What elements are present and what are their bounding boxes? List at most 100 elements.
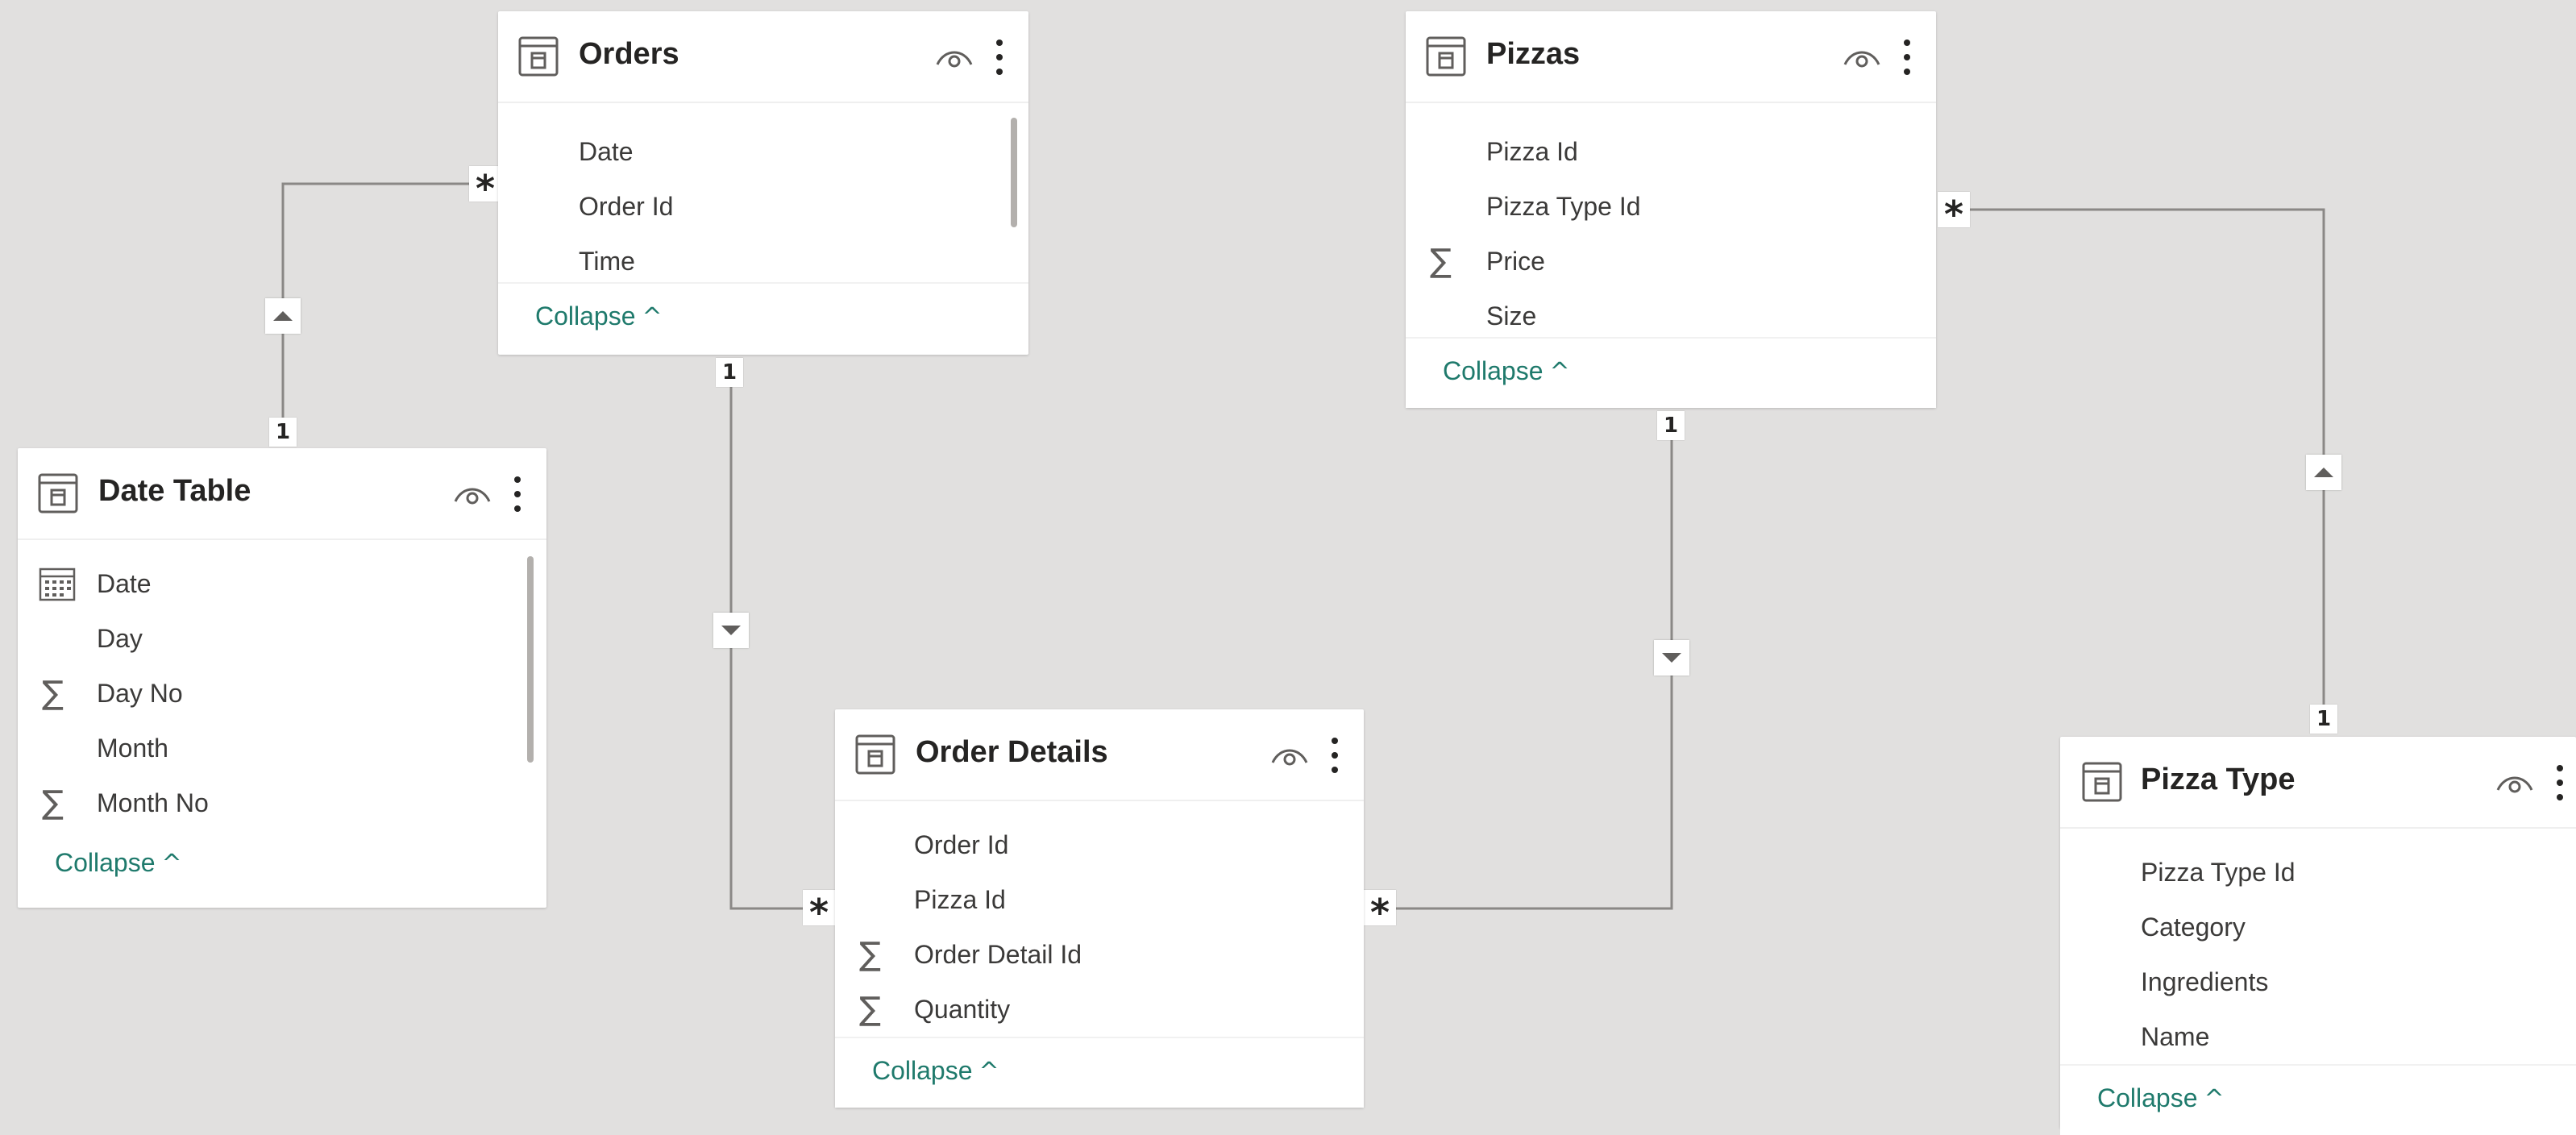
field-row[interactable]: Pizza Id: [1406, 129, 1922, 177]
field-label: Quantity: [914, 995, 1011, 1024]
model-canvas[interactable]: 1 * 1 * 1 * 1 * Orders Date Order Id Tim…: [0, 0, 2576, 1135]
collapse-row: Collapse ^: [2060, 1064, 2576, 1135]
field-row[interactable]: Category: [2060, 904, 2544, 953]
table-card-pizzas[interactable]: Pizzas Pizza Id Pizza Type Id ∑ Price Si…: [1406, 11, 1936, 408]
more-options-icon[interactable]: [993, 37, 1006, 77]
field-row[interactable]: ∑ Order Detail Id: [835, 932, 1351, 980]
scrollbar[interactable]: [527, 556, 534, 763]
field-row[interactable]: Ingredients: [2060, 959, 2544, 1008]
table-title: Pizzas: [1486, 37, 1581, 71]
sigma-icon: ∑: [42, 784, 64, 821]
field-row[interactable]: Date: [18, 561, 517, 609]
field-row[interactable]: Name: [2060, 1014, 2544, 1062]
collapse-button[interactable]: Collapse ^: [55, 848, 182, 878]
field-row[interactable]: Order Id: [498, 184, 982, 232]
filter-direction-down-icon[interactable]: [1654, 640, 1689, 676]
cardinality-many-label: *: [469, 166, 501, 210]
table-card-pizza-type[interactable]: Pizza Type Pizza Type Id Category Ingred…: [2060, 737, 2576, 1135]
calendar-icon: [39, 568, 76, 601]
field-row[interactable]: ∑ Quantity: [835, 987, 1351, 1035]
cardinality-many-label: *: [1938, 192, 1970, 236]
field-row[interactable]: Month: [18, 725, 517, 774]
field-label: Pizza Type Id: [1486, 192, 1641, 221]
table-title: Pizza Type: [2141, 763, 2296, 796]
cardinality-many-label: *: [1364, 890, 1396, 934]
collapse-row: Collapse ^: [18, 830, 546, 900]
visibility-eye-icon[interactable]: [935, 44, 974, 71]
sigma-icon: ∑: [859, 936, 881, 973]
cardinality-one-label: 1: [269, 418, 297, 447]
chevron-up-icon: ^: [2204, 1085, 2225, 1113]
more-options-icon[interactable]: [1328, 735, 1341, 775]
relationship-line-pizzas-orderdetails: [1382, 434, 1673, 910]
field-label: Time: [579, 247, 635, 276]
collapse-row: Collapse ^: [835, 1037, 1364, 1108]
cardinality-one-label: 1: [716, 358, 743, 387]
field-row[interactable]: Pizza Type Id: [2060, 850, 2544, 898]
field-row[interactable]: ∑ Month No: [18, 780, 517, 829]
field-label: Order Id: [579, 192, 674, 221]
chevron-up-icon: ^: [161, 850, 182, 878]
field-label: Pizza Id: [914, 885, 1006, 914]
field-label: Month No: [97, 788, 209, 817]
table-icon: [855, 734, 895, 775]
filter-direction-down-icon[interactable]: [713, 613, 749, 648]
table-card-header[interactable]: Orders: [498, 11, 1028, 103]
chevron-up-icon: ^: [978, 1058, 999, 1086]
field-row[interactable]: ∑ Price: [1406, 239, 1922, 287]
field-row[interactable]: Order Id: [835, 822, 1351, 871]
field-label: Size: [1486, 301, 1537, 331]
collapse-row: Collapse ^: [498, 282, 1028, 353]
field-row[interactable]: Size: [1406, 293, 1922, 342]
chevron-up-icon: ^: [1549, 358, 1570, 386]
visibility-eye-icon[interactable]: [453, 480, 492, 508]
collapse-button[interactable]: Collapse ^: [535, 301, 663, 331]
table-icon: [518, 36, 559, 77]
table-card-header[interactable]: Order Details: [835, 709, 1364, 801]
field-label: Day No: [97, 679, 183, 708]
table-card-header[interactable]: Date Table: [18, 448, 546, 540]
table-card-header[interactable]: Pizzas: [1406, 11, 1936, 103]
table-card-date-table[interactable]: Date Table Date Day ∑ Day No Month ∑ Mon…: [18, 448, 546, 908]
visibility-eye-icon[interactable]: [1843, 44, 1881, 71]
table-card-order-details[interactable]: Order Details Order Id Pizza Id ∑ Order …: [835, 709, 1364, 1108]
more-options-icon[interactable]: [1901, 37, 1913, 77]
table-icon: [1426, 36, 1466, 77]
field-row[interactable]: Pizza Type Id: [1406, 184, 1922, 232]
table-title: Order Details: [916, 735, 1108, 769]
table-card-orders[interactable]: Orders Date Order Id Time Collapse ^: [498, 11, 1028, 355]
cardinality-many-label: *: [803, 890, 835, 934]
relationship-line-pizzatype-pizzas: [1967, 208, 2325, 720]
collapse-button[interactable]: Collapse ^: [2097, 1083, 2225, 1113]
filter-direction-up-icon[interactable]: [2306, 455, 2341, 490]
cardinality-one-label: 1: [2310, 705, 2337, 734]
more-options-icon[interactable]: [511, 474, 524, 514]
field-row[interactable]: Date: [498, 129, 982, 177]
field-label: Ingredients: [2141, 967, 2269, 996]
field-label: Price: [1486, 247, 1545, 276]
visibility-eye-icon[interactable]: [2495, 769, 2534, 796]
visibility-eye-icon[interactable]: [1270, 742, 1309, 769]
collapse-row: Collapse ^: [1406, 337, 1936, 408]
field-label: Month: [97, 734, 168, 763]
field-label: Order Detail Id: [914, 940, 1082, 969]
table-card-header[interactable]: Pizza Type: [2060, 737, 2576, 829]
cardinality-one-label: 1: [1657, 411, 1685, 440]
scrollbar[interactable]: [1011, 118, 1017, 227]
field-label: Category: [2141, 913, 2246, 942]
filter-direction-up-icon[interactable]: [265, 298, 301, 334]
table-title: Orders: [579, 37, 679, 71]
chevron-up-icon: ^: [642, 303, 663, 331]
collapse-button[interactable]: Collapse ^: [872, 1056, 999, 1086]
collapse-button[interactable]: Collapse ^: [1443, 356, 1570, 386]
field-label: Name: [2141, 1022, 2210, 1051]
more-options-icon[interactable]: [2553, 763, 2566, 803]
field-label: Pizza Id: [1486, 137, 1578, 166]
field-row[interactable]: Day: [18, 616, 517, 664]
field-label: Order Id: [914, 830, 1009, 859]
field-label: Pizza Type Id: [2141, 858, 2296, 887]
field-row[interactable]: Pizza Id: [835, 877, 1351, 925]
field-row[interactable]: ∑ Day No: [18, 671, 517, 719]
field-label: Date: [579, 137, 634, 166]
field-row[interactable]: Time: [498, 239, 982, 287]
